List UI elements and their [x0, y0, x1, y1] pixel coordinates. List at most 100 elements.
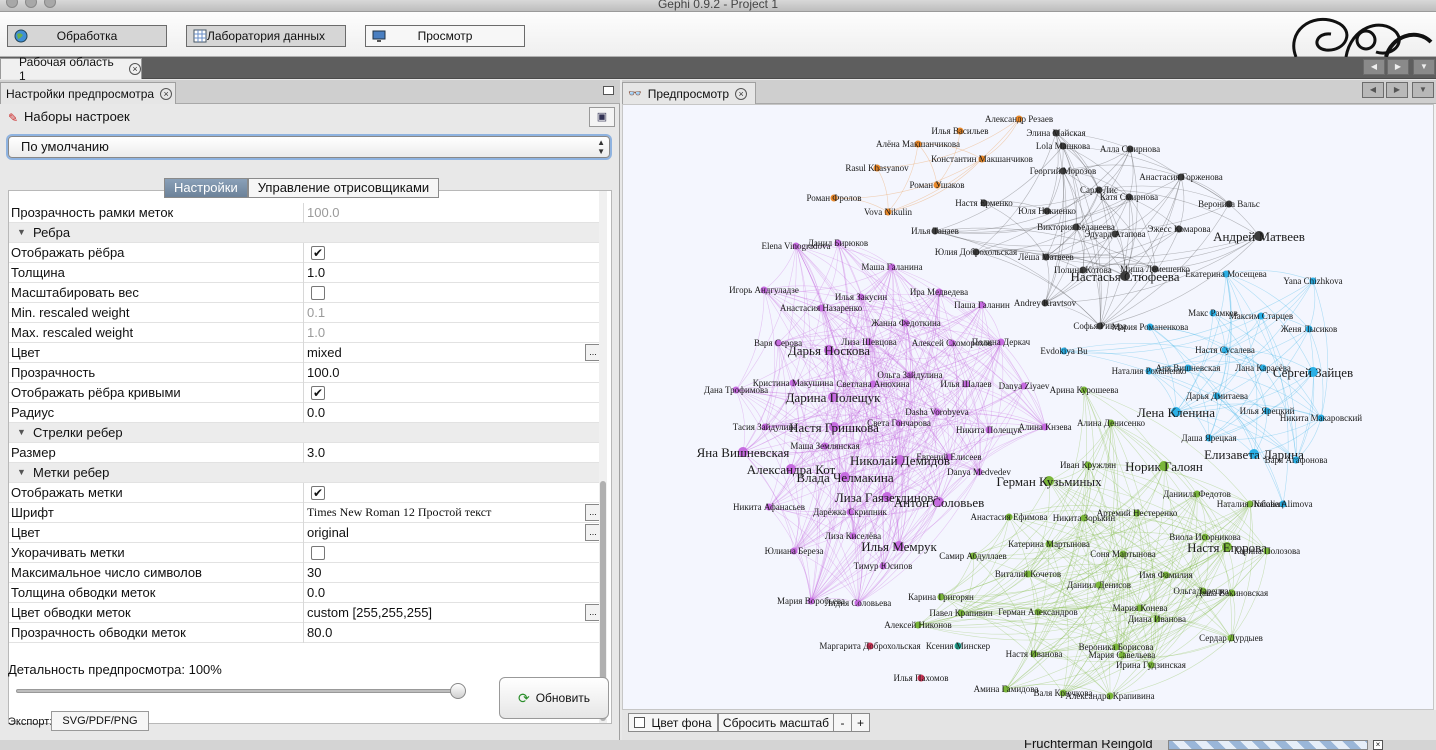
- tab-list-icon[interactable]: ▼: [1413, 59, 1435, 75]
- node-label: Норик Галоян: [1125, 459, 1203, 474]
- property-row: Максимальное число символов 30: [9, 563, 601, 583]
- graph-preview-canvas[interactable]: Александр Резаев Илья Васильев Алёна Макша…: [622, 104, 1434, 710]
- workspace-tab[interactable]: Рабочая область 1 ×: [0, 55, 142, 83]
- network-graph[interactable]: Александр Резаев Илья Васильев Алёна Макша…: [623, 105, 1434, 710]
- property-value[interactable]: 3.0: [307, 445, 325, 460]
- node-label: Герман Кузьминых: [996, 474, 1102, 489]
- property-category[interactable]: ▼ Метки ребер: [9, 463, 601, 483]
- preview-detail-slider-knob[interactable]: [450, 683, 466, 699]
- stop-layout-icon[interactable]: ×: [1373, 740, 1383, 750]
- tab-scroll-right-icon[interactable]: ▶: [1387, 59, 1409, 75]
- node-label: Алина Денисенко: [1077, 418, 1146, 428]
- node-label: Александра Крапивина: [1065, 691, 1154, 701]
- graph-edge: [917, 143, 938, 186]
- overview-button[interactable]: Обработка: [7, 25, 167, 47]
- node-label: Андрей Матвеев: [1213, 229, 1305, 244]
- property-name: Ребра: [33, 225, 71, 240]
- node-label: Константин Макшанчиков: [931, 154, 1033, 164]
- node-label: Rasul Khasyanov: [845, 163, 909, 173]
- node-label: Павел Крапивин: [929, 608, 993, 618]
- node-label: Вероника Вальс: [1198, 199, 1260, 209]
- preview-tab[interactable]: 👓 Предпросмотр ×: [622, 82, 756, 104]
- property-category[interactable]: ▼ Стрелки ребер: [9, 423, 601, 443]
- property-row: Прозрачность 100.0: [9, 363, 601, 383]
- tab-renderer-manager[interactable]: Управление отрисовщиками: [247, 178, 440, 198]
- close-icon[interactable]: ×: [735, 87, 748, 100]
- tab-scroll-left-icon[interactable]: ◀: [1363, 59, 1385, 75]
- property-value[interactable]: mixed: [307, 345, 342, 360]
- background-color-button[interactable]: Цвет фона: [628, 713, 718, 732]
- property-row: Толщина обводки меток 0.0: [9, 583, 601, 603]
- node-label: Катерина Мартынова: [1008, 539, 1090, 549]
- tab-scroll-left-icon[interactable]: ◀: [1362, 82, 1384, 98]
- close-icon[interactable]: ×: [160, 87, 173, 100]
- column-divider: [303, 443, 304, 463]
- node-label: Lola Машкова: [1036, 141, 1090, 151]
- collapse-triangle-icon[interactable]: ▼: [17, 427, 26, 437]
- export-button[interactable]: SVG/PDF/PNG: [51, 711, 149, 731]
- node-label: Мария Конева: [1113, 603, 1168, 613]
- collapse-triangle-icon[interactable]: ▼: [17, 227, 26, 237]
- node-label: Никита Афанасьев: [733, 502, 805, 512]
- property-value[interactable]: 0.0: [307, 405, 325, 420]
- property-value[interactable]: 1.0: [307, 265, 325, 280]
- property-checkbox[interactable]: ✔: [311, 386, 325, 400]
- refresh-button[interactable]: ⟳ Обновить: [499, 677, 609, 719]
- node-label: Даниил Денисов: [1067, 580, 1131, 590]
- tab-settings[interactable]: Настройки: [164, 178, 248, 198]
- node-label: Лидия Соловьева: [825, 598, 892, 608]
- preset-dropdown[interactable]: По умолчанию ▲ ▼: [8, 136, 610, 158]
- save-preset-button[interactable]: ▣: [589, 107, 615, 127]
- node-label: Юлиана Береза: [765, 546, 824, 556]
- zoom-in-button[interactable]: +: [851, 713, 870, 732]
- property-value[interactable]: 30: [307, 565, 321, 580]
- property-name: Прозрачность рамки меток: [11, 205, 174, 220]
- zoom-out-button[interactable]: -: [833, 713, 852, 732]
- preview-panel: 👓 Предпросмотр × ◀ ▶ ▼ Александр Резаев И…: [622, 80, 1436, 740]
- property-checkbox[interactable]: [311, 286, 325, 300]
- node-label: Даниила Федотов: [1163, 489, 1231, 499]
- node-label: Анастасия Горженова: [1139, 172, 1223, 182]
- property-value[interactable]: original: [307, 525, 349, 540]
- property-checkbox[interactable]: ✔: [311, 486, 325, 500]
- tab-list-icon[interactable]: ▼: [1412, 82, 1434, 98]
- node-label: Ира Медведева: [910, 287, 968, 297]
- preview-detail-slider[interactable]: [16, 689, 458, 693]
- reset-zoom-button[interactable]: Сбросить масштаб: [718, 713, 834, 732]
- property-name: Отображать рёбра кривыми: [11, 385, 181, 400]
- property-name: Размер: [11, 445, 56, 460]
- column-divider: [303, 563, 304, 583]
- node-label: Мария Савельева: [1089, 650, 1156, 660]
- property-name: Масштабировать вес: [11, 285, 139, 300]
- minimize-panel-icon[interactable]: [603, 86, 614, 95]
- property-value[interactable]: 0.0: [307, 585, 325, 600]
- column-divider: [303, 283, 304, 303]
- node-label: Тасия Зайдулина: [733, 422, 798, 432]
- property-value[interactable]: 100.0: [307, 365, 340, 380]
- property-row: Толщина 1.0: [9, 263, 601, 283]
- preview-mode-button[interactable]: Просмотр: [365, 25, 525, 47]
- property-checkbox[interactable]: ✔: [311, 246, 325, 260]
- graph-edge: [1046, 145, 1064, 212]
- node-label: Дарья Носкова: [788, 343, 870, 358]
- property-value[interactable]: custom [255,255,255]: [307, 605, 432, 620]
- property-name: Толщина: [11, 265, 65, 280]
- property-checkbox[interactable]: [311, 546, 325, 560]
- preview-settings-tab[interactable]: Настройки предпросмотра ×: [0, 82, 176, 104]
- data-laboratory-button[interactable]: Лаборатория данных: [186, 25, 346, 47]
- property-value[interactable]: 80.0: [307, 625, 332, 640]
- close-icon[interactable]: ×: [129, 63, 141, 75]
- graph-edge: [795, 245, 830, 351]
- node-label: Женя Лысиков: [1281, 324, 1337, 334]
- property-category[interactable]: ▼ Ребра: [9, 223, 601, 243]
- node-label: Николай Демидов: [850, 453, 950, 468]
- export-label: Экспорт:: [8, 716, 53, 728]
- tab-scroll-right-icon[interactable]: ▶: [1386, 82, 1408, 98]
- property-value[interactable]: Times New Roman 12 Простой текст: [307, 505, 491, 520]
- node-label: Амина Гамидова: [974, 684, 1039, 694]
- table-icon: [193, 29, 207, 43]
- preview-settings-tab-label: Настройки предпросмотра: [6, 86, 155, 101]
- collapse-triangle-icon[interactable]: ▼: [17, 467, 26, 477]
- property-name: Min. rescaled weight: [11, 305, 130, 320]
- properties-scrollbar[interactable]: [599, 191, 607, 723]
